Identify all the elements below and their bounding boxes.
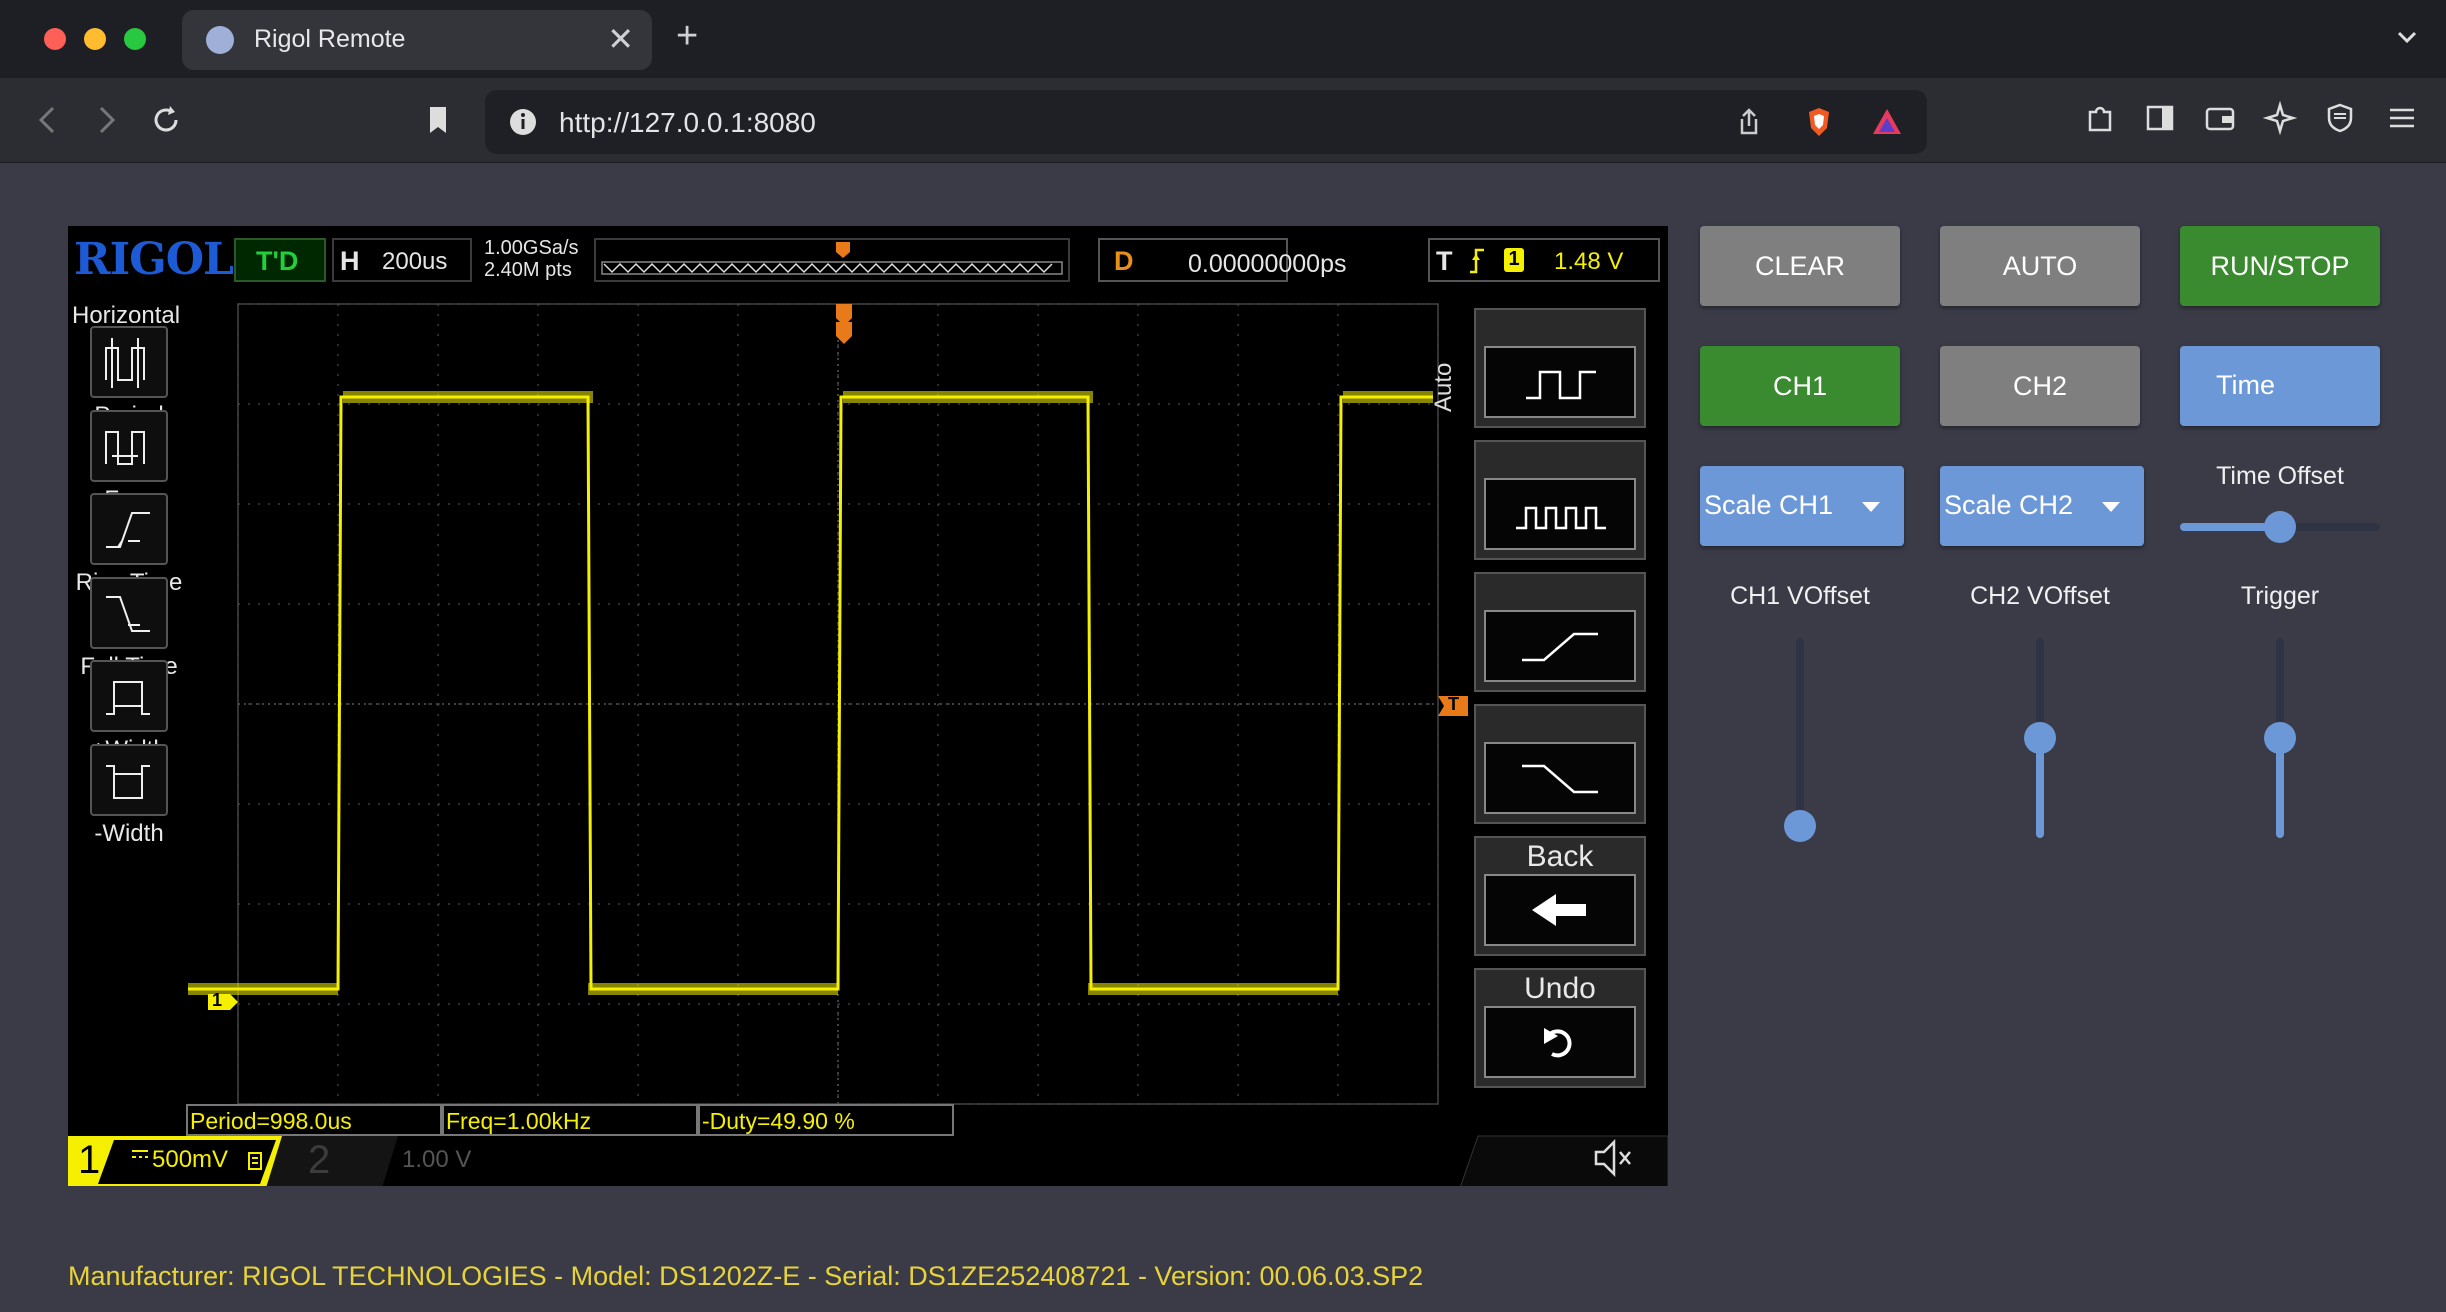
softkey-back-label: Back <box>1526 840 1594 873</box>
fall-time-icon[interactable] <box>90 576 168 649</box>
favicon-icon <box>206 26 234 54</box>
scale-ch1-label: Scale CH1 <box>1704 490 1834 520</box>
tab-close-icon[interactable]: ✕ <box>607 20 634 58</box>
menu-icon[interactable] <box>2384 100 2420 136</box>
forward-icon[interactable] <box>86 100 126 140</box>
waveform-display <box>188 303 1468 1105</box>
measurement-freq: Freq=1.00kHz <box>442 1104 698 1136</box>
chevron-down-icon <box>1862 502 1880 512</box>
scale-ch1-dropdown[interactable]: Scale CH1 <box>1700 466 1904 546</box>
ch2-scale: 1.00 V <box>402 1146 472 1173</box>
url-text: http://127.0.0.1:8080 <box>559 107 816 138</box>
brave-shield-icon[interactable] <box>1801 104 1837 140</box>
ch1-voffset-label: CH1 VOffset <box>1730 582 1870 610</box>
mode-label: Auto <box>1430 362 1457 412</box>
softkey-undo-label: Undo <box>1524 972 1596 1005</box>
time-offset-thumb[interactable] <box>2264 511 2296 543</box>
auto-button[interactable]: AUTO <box>1940 226 2140 306</box>
address-bar[interactable]: http://127.0.0.1:8080 <box>485 90 1927 154</box>
softkey-back[interactable]: Back <box>1474 836 1646 956</box>
pulse-narrow-icon <box>1516 506 1606 530</box>
ch1-coupling-icon <box>132 1150 148 1158</box>
minimize-window-button[interactable] <box>84 28 106 50</box>
time-offset-label: Time Offset <box>2216 462 2344 490</box>
maximize-window-button[interactable] <box>124 28 146 50</box>
ch1-button[interactable]: CH1 <box>1700 346 1900 426</box>
trigger-label: Trigger <box>2240 582 2320 610</box>
ch1-bandwidth-icon <box>248 1152 262 1170</box>
trigger-slider[interactable] <box>2264 638 2296 838</box>
time-dropdown-label: Time <box>2216 370 2275 400</box>
back-arrow-icon <box>1532 894 1586 926</box>
chevron-down-icon <box>2102 502 2120 512</box>
ch1-scale: 500mV <box>152 1146 229 1173</box>
measure-item-label: -Width <box>94 819 164 847</box>
ch2-voffset-thumb[interactable] <box>2024 722 2056 754</box>
neg-width-icon[interactable] <box>90 743 168 816</box>
chevron-down-icon[interactable] <box>2392 22 2422 52</box>
rise-time-icon[interactable] <box>90 493 168 565</box>
vpn-shield-icon[interactable] <box>2322 100 2358 136</box>
time-offset-slider[interactable] <box>2180 511 2380 543</box>
falling-slope-icon <box>1522 764 1598 794</box>
navigation-bar: http://127.0.0.1:8080 <box>0 78 2446 163</box>
ch1-number: 1 <box>78 1138 101 1182</box>
softkey-pulse-narrow[interactable] <box>1474 440 1646 560</box>
run-stop-button[interactable]: RUN/STOP <box>2180 226 2380 306</box>
softkey-undo[interactable]: Undo <box>1474 968 1646 1088</box>
softkey-rising-slope[interactable] <box>1474 572 1646 692</box>
scale-ch2-dropdown[interactable]: Scale CH2 <box>1940 466 2144 546</box>
back-icon[interactable] <box>28 100 68 140</box>
time-dropdown[interactable]: Time <box>2180 346 2380 426</box>
period-icon[interactable] <box>90 326 168 398</box>
ch1-voffset-thumb[interactable] <box>1784 810 1816 842</box>
ch1-marker: 1 <box>212 990 223 1010</box>
softkey-falling-slope[interactable] <box>1474 704 1646 824</box>
pos-width-icon[interactable] <box>90 660 168 732</box>
new-tab-button[interactable]: + <box>676 16 698 56</box>
reload-icon[interactable] <box>146 100 186 140</box>
browser-tab[interactable]: Rigol Remote ✕ <box>182 10 652 70</box>
ch2-button[interactable]: CH2 <box>1940 346 2140 426</box>
clear-button[interactable]: CLEAR <box>1700 226 1900 306</box>
softkey-pulse-wide[interactable] <box>1474 308 1646 428</box>
measurement-duty: -Duty=49.90 % <box>698 1104 954 1136</box>
ch1-voffset-slider[interactable] <box>1784 638 1816 842</box>
trigger-marker: T <box>1448 694 1459 714</box>
freq-icon[interactable] <box>90 409 168 482</box>
brave-rewards-icon[interactable] <box>1869 104 1905 140</box>
close-window-button[interactable] <box>44 28 66 50</box>
site-info-icon[interactable] <box>505 104 541 140</box>
mute-icon[interactable] <box>1592 1138 1636 1178</box>
pulse-wide-icon <box>1526 370 1596 400</box>
tab-title: Rigol Remote <box>254 25 406 53</box>
measurement-period: Period=998.0us <box>186 1104 442 1136</box>
sidebar-icon[interactable] <box>2142 100 2178 136</box>
rising-slope-icon <box>1522 632 1598 662</box>
tab-bar: Rigol Remote ✕ + <box>0 0 2446 78</box>
ch2-voffset-label: CH2 VOffset <box>1970 582 2110 610</box>
trigger-thumb[interactable] <box>2264 722 2296 754</box>
share-icon[interactable] <box>1731 104 1767 140</box>
scope-screen: RIGOL T'D H 200us 1.00GSa/s 2.40M pts D … <box>68 226 1668 1186</box>
extensions-icon[interactable] <box>2082 100 2118 136</box>
device-info: Manufacturer: RIGOL TECHNOLOGIES - Model… <box>68 1261 1424 1291</box>
bookmark-icon[interactable] <box>418 100 458 140</box>
ch2-voffset-slider[interactable] <box>2024 638 2056 838</box>
ch2-number: 2 <box>308 1138 331 1182</box>
undo-icon <box>1544 1028 1572 1058</box>
wallet-icon[interactable] <box>2202 100 2238 136</box>
leo-ai-icon[interactable] <box>2262 100 2298 136</box>
scale-ch2-label: Scale CH2 <box>1944 490 2074 520</box>
